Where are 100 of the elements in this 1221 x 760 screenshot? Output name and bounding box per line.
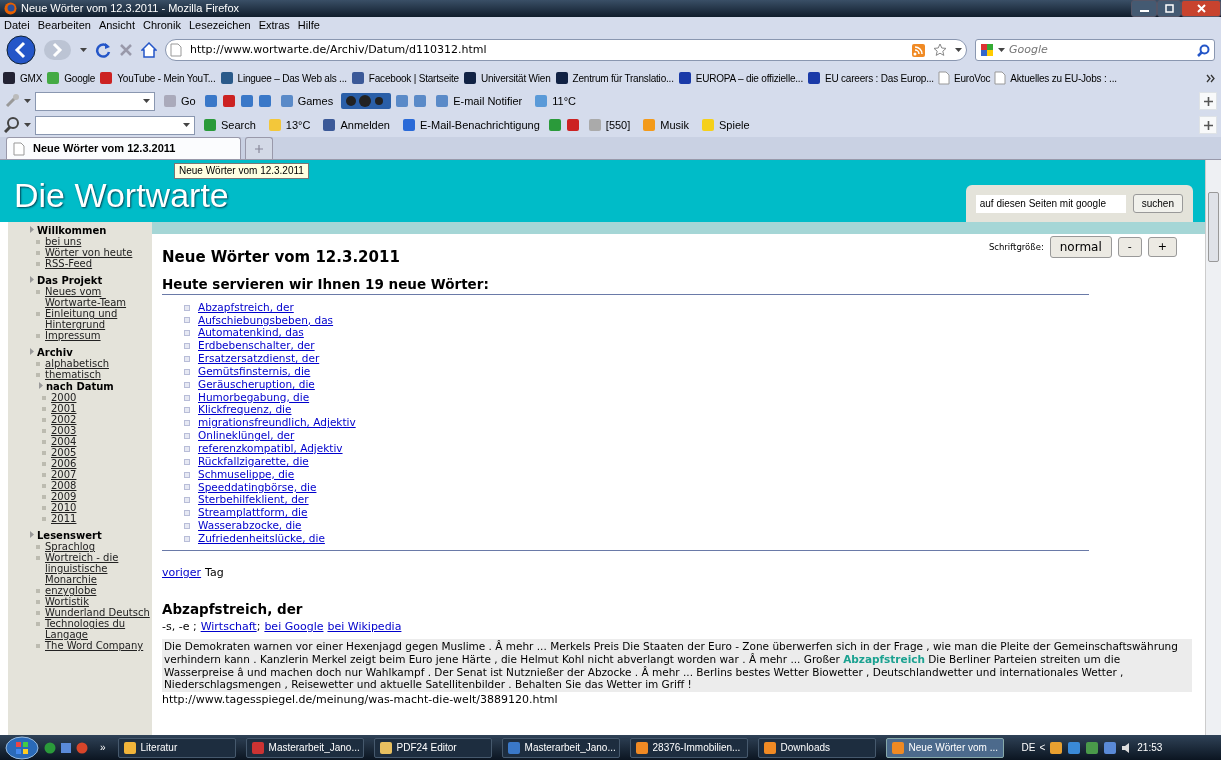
caret-icon[interactable] <box>998 47 1005 53</box>
sidebar-link[interactable]: Technologies du Langage <box>45 618 152 640</box>
bookmark-item[interactable]: EuroVoc <box>937 70 991 86</box>
browser-tab[interactable]: Neue Wörter vom 12.3.2011 <box>6 137 241 159</box>
home-icon[interactable] <box>141 42 157 58</box>
site-icon[interactable] <box>350 71 365 85</box>
search-icon[interactable] <box>1197 43 1210 57</box>
menu-item[interactable]: Chronik <box>143 16 181 34</box>
sidebar-link[interactable]: Neues vom Wortwarte-Team <box>45 286 152 308</box>
square-icon[interactable] <box>239 94 254 108</box>
web-search-field[interactable]: Google <box>1009 41 1193 59</box>
tray-expand-button[interactable]: < <box>1039 740 1046 755</box>
caret-icon[interactable] <box>143 98 150 104</box>
toolbar-button[interactable]: [550] <box>583 116 635 134</box>
tray-icon[interactable] <box>1085 740 1100 755</box>
sidebar-link[interactable]: 2004 <box>51 436 77 447</box>
menu-item[interactable]: Lesezeichen <box>188 16 251 34</box>
site-search-button[interactable]: suchen <box>1132 194 1183 213</box>
sidebar-link[interactable]: The Word Company <box>45 640 144 651</box>
caret-icon[interactable] <box>24 98 31 104</box>
scroll-thumb[interactable] <box>1208 192 1219 262</box>
toolbar-button[interactable]: Go <box>159 92 200 110</box>
sidebar-link[interactable]: 2010 <box>51 502 77 513</box>
reload-icon[interactable] <box>95 42 111 58</box>
minimize-button[interactable] <box>1131 0 1157 17</box>
search-engine-icon[interactable] <box>980 43 994 57</box>
taskbar-button[interactable]: Masterarbeit_Jano... <box>501 737 620 758</box>
previous-link[interactable]: voriger <box>162 565 202 582</box>
language-indicator[interactable]: DE <box>1021 740 1036 755</box>
square-icon[interactable] <box>395 94 410 108</box>
tray-icon[interactable] <box>1049 740 1064 755</box>
bookmark-item[interactable]: Google <box>46 70 96 86</box>
taskbar-button[interactable]: Literatur <box>117 737 236 758</box>
site-icon[interactable] <box>554 71 569 85</box>
bookmark-item[interactable]: GMX <box>2 70 43 86</box>
bookmark-item[interactable]: EUROPA – die offizielle... <box>677 70 803 86</box>
sidebar-link[interactable]: Sprachlog <box>45 541 95 552</box>
sidebar-link[interactable]: bei uns <box>45 236 82 247</box>
bookmark-item[interactable]: YouTube - Mein YouT... <box>99 70 216 86</box>
sidebar-link[interactable]: 2007 <box>51 469 77 480</box>
square-icon[interactable] <box>221 94 236 108</box>
caret-icon[interactable] <box>183 122 190 128</box>
sidebar-link[interactable]: Wunderland Deutsch <box>45 607 150 618</box>
sidebar-link[interactable]: Wörter von heute <box>45 247 133 258</box>
taskbar-button[interactable]: PDF24 Editor <box>373 737 492 758</box>
menu-item[interactable]: Hilfe <box>297 16 320 34</box>
app-icon[interactable] <box>762 740 777 755</box>
taskbar-button[interactable]: Downloads <box>757 737 876 758</box>
sidebar-link[interactable]: RSS-Feed <box>45 258 93 269</box>
font-size-button[interactable]: + <box>1147 236 1177 258</box>
maximize-button[interactable] <box>1157 0 1181 17</box>
address-field[interactable]: http://www.wortwarte.de/Archiv/Datum/d110312.html <box>190 41 904 59</box>
back-button[interactable] <box>6 35 36 65</box>
reference-link[interactable]: bei Wikipedia <box>327 618 402 636</box>
square-icon[interactable] <box>547 118 562 132</box>
sidebar-link[interactable]: 2001 <box>51 403 77 414</box>
app-icon[interactable] <box>122 740 137 755</box>
site-icon[interactable] <box>219 71 234 85</box>
bookmark-item[interactable]: Universität Wien <box>462 70 551 86</box>
sidebar-link[interactable]: Wortistik <box>45 596 89 607</box>
search-field[interactable]: auf diesen Seiten mit google <box>975 194 1126 213</box>
add-button[interactable] <box>1199 92 1217 110</box>
toolbar-button[interactable]: Spiele <box>697 116 754 134</box>
sidebar-link[interactable]: 2009 <box>51 491 77 502</box>
site-icon[interactable] <box>2 71 16 85</box>
reference-link[interactable]: bei Google <box>264 618 324 636</box>
search-icon[interactable] <box>4 117 20 133</box>
bookmark-item[interactable]: Aktuelles zu EU-Jobs : ... <box>994 70 1117 86</box>
bookmark-item[interactable]: EU careers : Das Europ... <box>807 70 934 86</box>
square-icon[interactable] <box>413 94 428 108</box>
menu-item[interactable]: Ansicht <box>98 16 135 34</box>
toolbar-button[interactable]: Games <box>275 92 338 110</box>
player-icon[interactable] <box>341 93 392 109</box>
site-icon[interactable] <box>677 71 692 85</box>
toolbar-search-field[interactable] <box>35 91 155 111</box>
address-bar[interactable]: http://www.wortwarte.de/Archiv/Datum/d110312.html <box>165 39 967 61</box>
site-icon[interactable] <box>462 71 477 85</box>
sidebar-link[interactable]: Einleitung und Hintergrund <box>45 308 152 330</box>
sidebar-link[interactable]: alphabetisch <box>45 358 109 369</box>
sidebar-link[interactable]: 2000 <box>51 392 77 403</box>
app-icon[interactable] <box>634 740 649 755</box>
sidebar-link[interactable]: enzyglobe <box>45 585 97 596</box>
sidebar-link[interactable]: 2005 <box>51 447 77 458</box>
toolbar-button[interactable]: E-mail Notifier <box>431 92 527 110</box>
toolbar-button[interactable]: 11°C <box>530 92 580 110</box>
site-icon[interactable] <box>807 71 821 85</box>
square-icon[interactable] <box>565 118 580 132</box>
toolbar-button[interactable]: Musik <box>638 116 694 134</box>
overflow-button[interactable]: » <box>100 740 106 755</box>
chevron-icon[interactable] <box>1206 73 1215 83</box>
sidebar-link[interactable]: Impressum <box>45 330 101 341</box>
sidebar-link[interactable]: 2006 <box>51 458 77 469</box>
tray-icon[interactable] <box>1103 740 1118 755</box>
toolbar-search-field[interactable] <box>35 115 195 135</box>
square-icon[interactable] <box>322 118 337 132</box>
menu-item[interactable]: Datei <box>4 16 30 34</box>
close-button[interactable] <box>1181 0 1221 17</box>
sidebar-link[interactable]: 2011 <box>51 513 77 524</box>
bookmark-item[interactable]: Linguee – Das Web als ... <box>219 70 347 86</box>
app-icon[interactable] <box>378 740 393 755</box>
